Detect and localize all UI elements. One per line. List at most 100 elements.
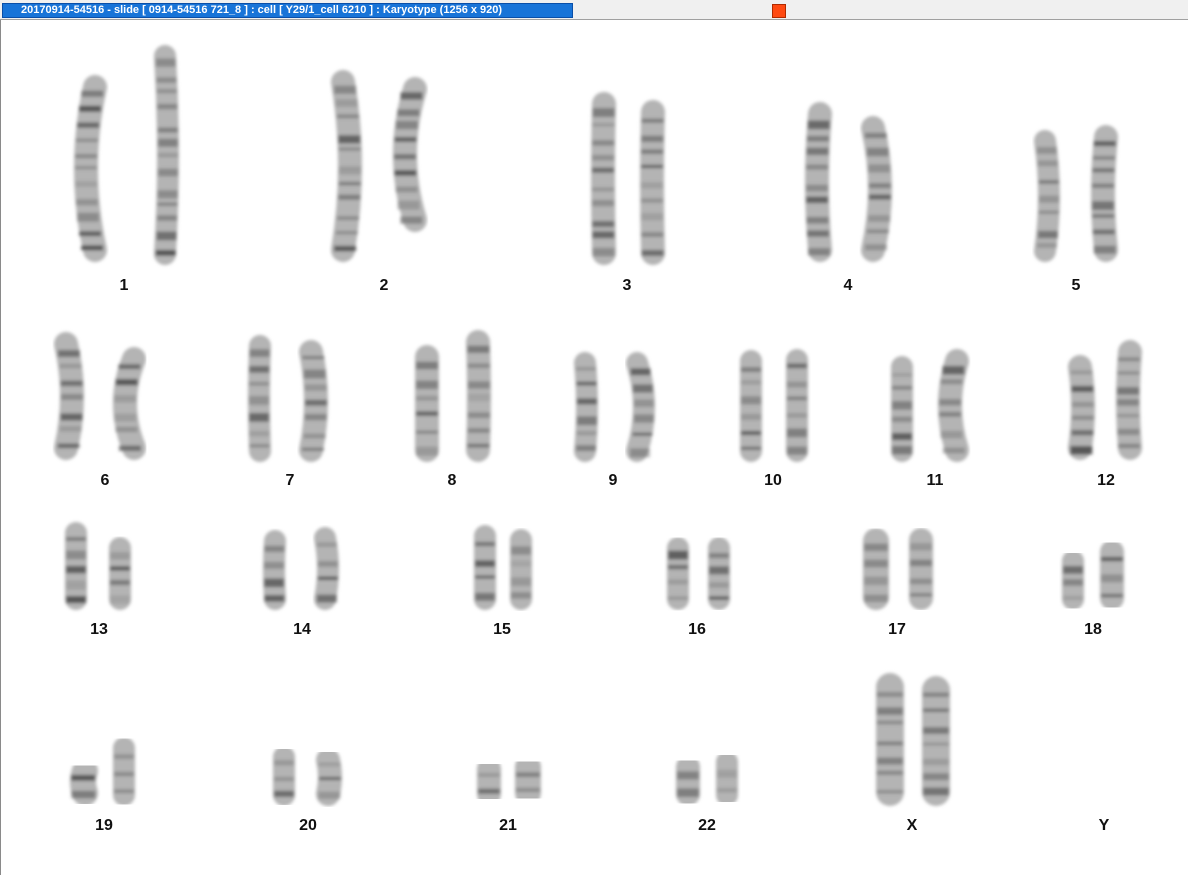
chromosome-band xyxy=(677,788,699,798)
chromosome-band xyxy=(1071,401,1094,408)
chromosome-11-b[interactable] xyxy=(938,349,969,462)
chromosome-7-a[interactable] xyxy=(248,335,271,462)
chromosome-1-b[interactable] xyxy=(154,45,179,265)
chromosome-11-a[interactable] xyxy=(890,356,914,462)
chromosome-5-b[interactable] xyxy=(1091,125,1118,262)
close-icon[interactable] xyxy=(772,4,786,18)
chromosome-band xyxy=(923,773,949,781)
chromosome-band xyxy=(416,395,438,401)
chromosome-X-a[interactable] xyxy=(875,673,904,806)
chromosome-band xyxy=(806,147,829,156)
chromosome-21-a[interactable] xyxy=(477,757,501,806)
chromosome-band xyxy=(59,425,82,432)
chromosome-18-b[interactable] xyxy=(1100,540,1124,610)
chromosome-12-b[interactable] xyxy=(1116,340,1142,460)
chromosome-10-b[interactable] xyxy=(785,349,809,462)
chromosome-band xyxy=(892,385,912,390)
chromosome-band xyxy=(264,545,285,552)
chromosome-band xyxy=(114,789,134,794)
chromosome-band xyxy=(467,381,490,389)
chromosome-band xyxy=(77,122,100,128)
chromosome-band xyxy=(592,231,615,239)
chromosome-band xyxy=(1070,370,1093,375)
chromosome-4-a[interactable] xyxy=(805,102,832,262)
chromosome-band xyxy=(81,245,104,251)
chromosome-22-b[interactable] xyxy=(716,751,739,806)
chromosome-band xyxy=(868,215,891,222)
chromosome-band xyxy=(877,741,903,746)
chromosome-X-b[interactable] xyxy=(921,676,950,806)
chromosome-12-a[interactable] xyxy=(1068,355,1095,460)
chromosome-13-b[interactable] xyxy=(109,537,131,610)
chromosome-17-b[interactable] xyxy=(909,528,933,610)
chromosome-18-a[interactable] xyxy=(1062,550,1085,610)
chromosome-band xyxy=(60,393,83,400)
chromosome-4-b[interactable] xyxy=(861,116,892,262)
chromosome-band xyxy=(576,445,597,452)
chromosome-band xyxy=(868,183,891,189)
chromosome-band xyxy=(319,776,341,781)
chromosome-6-b[interactable] xyxy=(113,347,146,460)
chromosome-8-b[interactable] xyxy=(466,330,491,462)
chromosome-2-b[interactable] xyxy=(393,77,427,232)
chromosome-22-a[interactable] xyxy=(676,755,701,806)
chromosome-15-b[interactable] xyxy=(509,529,532,610)
chromosome-3-a[interactable] xyxy=(591,92,616,265)
chromosome-band xyxy=(592,108,615,117)
chromosome-band xyxy=(59,363,82,369)
chromosome-2-a[interactable] xyxy=(331,70,362,262)
chromosome-20-b[interactable] xyxy=(316,748,342,806)
chromosome-band xyxy=(249,395,270,405)
chromosome-label-2: 2 xyxy=(379,277,389,294)
chromosome-band xyxy=(575,367,596,371)
chromosome-band xyxy=(641,149,664,154)
chromosome-7-b[interactable] xyxy=(299,340,328,462)
chromosome-15-a[interactable] xyxy=(474,525,496,610)
chromosome-band xyxy=(75,181,98,187)
chromosome-14-a[interactable] xyxy=(263,530,286,610)
chromosome-band xyxy=(337,216,360,221)
chromosome-band xyxy=(923,758,949,766)
chromosome-body xyxy=(331,70,362,262)
chromosome-band xyxy=(114,413,137,422)
chromosome-16-b[interactable] xyxy=(707,537,730,610)
chromosome-band xyxy=(156,77,177,83)
chromosome-16-a[interactable] xyxy=(667,537,689,610)
chromosome-band xyxy=(1117,398,1140,406)
chromosome-band xyxy=(910,578,932,585)
chromosome-band xyxy=(877,790,903,794)
chromosome-21-b[interactable] xyxy=(515,754,541,806)
chromosome-14-b[interactable] xyxy=(314,527,339,610)
chromosome-8-a[interactable] xyxy=(414,345,440,462)
chromosome-band xyxy=(892,416,912,423)
chromosome-3-b[interactable] xyxy=(640,100,665,265)
chromosome-band xyxy=(787,446,807,455)
chromosome-9-b[interactable] xyxy=(626,352,655,462)
chromosome-band xyxy=(807,120,830,130)
chromosome-body xyxy=(1068,355,1095,460)
chromosome-band xyxy=(249,430,270,437)
chromosome-band xyxy=(1036,242,1057,248)
chromosome-1-a[interactable] xyxy=(74,75,107,262)
chromosome-band xyxy=(475,575,495,579)
chromosome-19-b[interactable] xyxy=(113,737,135,806)
chromosome-band xyxy=(864,543,888,552)
chromosome-20-a[interactable] xyxy=(273,746,295,806)
window-title-tab[interactable]: 20170914-54516 - slide [ 0914-54516 721_… xyxy=(2,3,573,18)
chromosome-5-a[interactable] xyxy=(1034,130,1060,262)
chromosome-19-a[interactable] xyxy=(70,758,98,806)
chromosome-band xyxy=(668,579,688,585)
chromosome-band xyxy=(511,577,531,587)
chromosome-band xyxy=(1071,415,1094,421)
window-titlebar[interactable]: 20170914-54516 - slide [ 0914-54516 721_… xyxy=(0,0,1188,20)
chromosome-band xyxy=(592,200,615,207)
chromosome-band xyxy=(1071,429,1094,436)
chromosome-10-a[interactable] xyxy=(739,350,763,462)
chromosome-band xyxy=(338,135,361,144)
chromosome-9-a[interactable] xyxy=(574,352,598,462)
chromosome-6-a[interactable] xyxy=(54,332,84,460)
chromosome-17-a[interactable] xyxy=(862,528,889,610)
chromosome-band xyxy=(81,90,104,97)
chromosome-band xyxy=(338,194,361,200)
chromosome-13-a[interactable] xyxy=(65,522,88,610)
